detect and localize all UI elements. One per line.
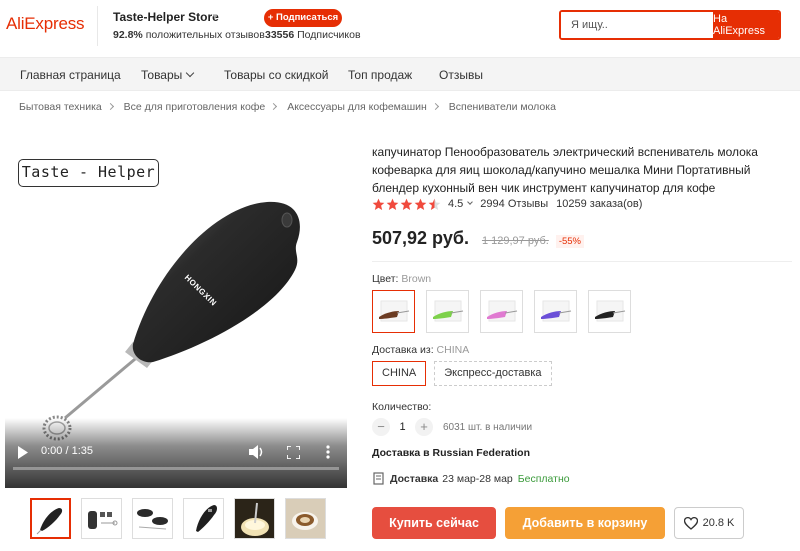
header: AliExpress Taste-Helper Store ▼ 92.8% по… <box>0 0 800 52</box>
breadcrumb: Бытовая техника Все для приготовления ко… <box>19 101 556 113</box>
chevron-right-icon <box>270 102 278 111</box>
nav-top-sales-label: Топ продаж <box>348 68 413 82</box>
nav-home-label: Главная страница <box>20 68 121 82</box>
heart-icon <box>683 516 698 530</box>
store-name[interactable]: Taste-Helper Store <box>113 10 219 24</box>
thumbnail-strip <box>30 498 326 540</box>
color-label: Цвет: <box>372 273 399 285</box>
quantity-value[interactable]: 1 <box>390 421 415 433</box>
color-label-line: Цвет: Brown <box>372 273 431 285</box>
thumbnail-coffee-cup[interactable] <box>285 498 326 539</box>
color-options <box>372 290 631 333</box>
subscribe-button[interactable]: + Подписаться <box>264 9 342 27</box>
thumbnail-frother-pair[interactable] <box>132 498 173 539</box>
search-input[interactable] <box>561 12 713 38</box>
color-option-pink[interactable] <box>480 290 523 333</box>
shipping-options: CHINA Экспресс-доставка <box>372 361 552 386</box>
thumbnail-frother-closeup[interactable] <box>183 498 224 539</box>
breadcrumb-item[interactable]: Вспениватели молока <box>449 101 556 113</box>
thumbnail-frothing-milk[interactable] <box>234 498 275 539</box>
store-nav: Главная страница Товары Товары со скидко… <box>0 57 800 91</box>
nav-products[interactable]: Товары <box>141 68 195 82</box>
star-icon <box>372 198 385 210</box>
quantity-increase-button[interactable]: + <box>415 418 433 436</box>
subscribers-label: Подписчиков <box>297 29 361 41</box>
star-icon <box>414 198 427 210</box>
video-controls: 0:00 / 1:35 <box>5 418 347 488</box>
chevron-right-icon <box>106 102 114 111</box>
color-option-black[interactable] <box>588 290 631 333</box>
color-option-purple[interactable] <box>534 290 577 333</box>
header-divider <box>97 6 98 46</box>
delivery-label: Доставка <box>390 472 439 485</box>
delivery-dates: 23 мар-28 мар <box>442 472 513 485</box>
nav-top-sales[interactable]: Топ продаж <box>348 68 412 82</box>
price-row: 507,92 руб. 1 129,97 руб. -55% <box>372 228 584 249</box>
more-options-icon[interactable] <box>326 445 330 459</box>
divider <box>372 261 792 262</box>
volume-icon[interactable] <box>249 445 265 459</box>
breadcrumb-item[interactable]: Все для приготовления кофе <box>124 101 266 113</box>
deliver-to[interactable]: Доставка в Russian Federation <box>372 447 530 459</box>
discount-badge: -55% <box>555 235 584 248</box>
add-to-cart-button[interactable]: Добавить в корзину <box>505 507 665 539</box>
positive-percent: 92.8% <box>113 29 143 41</box>
ship-from-line: Доставка из: CHINA <box>372 344 469 356</box>
subscribers-count: 33556 <box>265 29 295 41</box>
wishlist-count: 20.8 K <box>702 517 735 529</box>
chevron-down-icon <box>186 68 195 78</box>
ship-from-value: CHINA <box>436 344 470 356</box>
rating-value[interactable]: 4.5 <box>448 198 463 210</box>
nav-home[interactable]: Главная страница <box>20 68 121 82</box>
color-option-brown[interactable] <box>372 290 415 333</box>
aliexpress-logo[interactable]: AliExpress <box>6 14 85 34</box>
delivery-price: Бесплатно <box>517 472 570 485</box>
star-icon <box>386 198 399 210</box>
old-price: 1 129,97 руб. <box>481 235 549 247</box>
reviews-count[interactable]: 2994 Отзывы <box>480 198 548 210</box>
nav-discounts-label: Товары со скидкой <box>224 68 329 82</box>
play-icon[interactable] <box>17 446 29 459</box>
quantity-decrease-button[interactable]: − <box>372 418 390 436</box>
thumbnail-frother-black[interactable] <box>30 498 71 539</box>
current-price: 507,92 руб. <box>372 228 469 248</box>
search-bar: На AliExpress <box>559 10 781 40</box>
ship-from-label: Доставка из: <box>372 344 434 356</box>
search-button[interactable]: На AliExpress <box>713 12 779 38</box>
half-star-icon <box>428 198 441 210</box>
chevron-right-icon <box>431 102 439 111</box>
chevron-down-icon[interactable] <box>467 199 474 205</box>
subscribers-info: 33556 Подписчиков <box>265 29 361 41</box>
color-value: Brown <box>401 273 432 285</box>
nav-products-label: Товары <box>141 68 183 82</box>
star-icon <box>400 198 413 210</box>
quantity-label: Количество: <box>372 401 432 413</box>
delivery-box-icon <box>373 472 384 485</box>
video-progress-bar[interactable] <box>13 467 339 470</box>
rating-stars <box>372 198 441 211</box>
breadcrumb-item[interactable]: Бытовая техника <box>19 101 102 113</box>
video-time: 0:00 / 1:35 <box>41 445 93 457</box>
positive-label: положительных отзывов <box>145 29 265 41</box>
ship-option-express[interactable]: Экспресс-доставка <box>434 361 552 386</box>
color-option-green[interactable] <box>426 290 469 333</box>
wishlist-button[interactable]: 20.8 K <box>674 507 744 539</box>
quantity-stepper: − 1 + 6031 шт. в наличии <box>372 418 532 436</box>
ship-option-china[interactable]: CHINA <box>372 361 427 386</box>
product-video[interactable]: Taste - Helper HONGXIN 0:00 / 1:35 <box>5 130 347 488</box>
nav-reviews[interactable]: Отзывы <box>439 68 483 82</box>
product-title: капучинатор Пенообразователь электрическ… <box>372 145 758 195</box>
nav-reviews-label: Отзывы <box>439 68 483 82</box>
stock-available: 6031 шт. в наличии <box>443 421 533 433</box>
nav-discounts[interactable]: Товары со скидкой <box>224 68 328 82</box>
thumbnail-parts-set[interactable] <box>81 498 122 539</box>
rating-row: 4.5 2994 Отзывы 10259 заказа(ов) <box>372 197 642 211</box>
store-positive-feedback: 92.8% положительных отзывов <box>113 29 265 41</box>
delivery-info: Доставка 23 мар-28 мар Бесплатно <box>373 472 570 485</box>
store-caret-icon[interactable]: ▼ <box>211 12 219 21</box>
orders-count: 10259 заказа(ов) <box>556 198 643 210</box>
fullscreen-icon[interactable] <box>287 446 300 459</box>
buy-now-button[interactable]: Купить сейчас <box>372 507 496 539</box>
breadcrumb-item[interactable]: Аксессуары для кофемашин <box>287 101 427 113</box>
